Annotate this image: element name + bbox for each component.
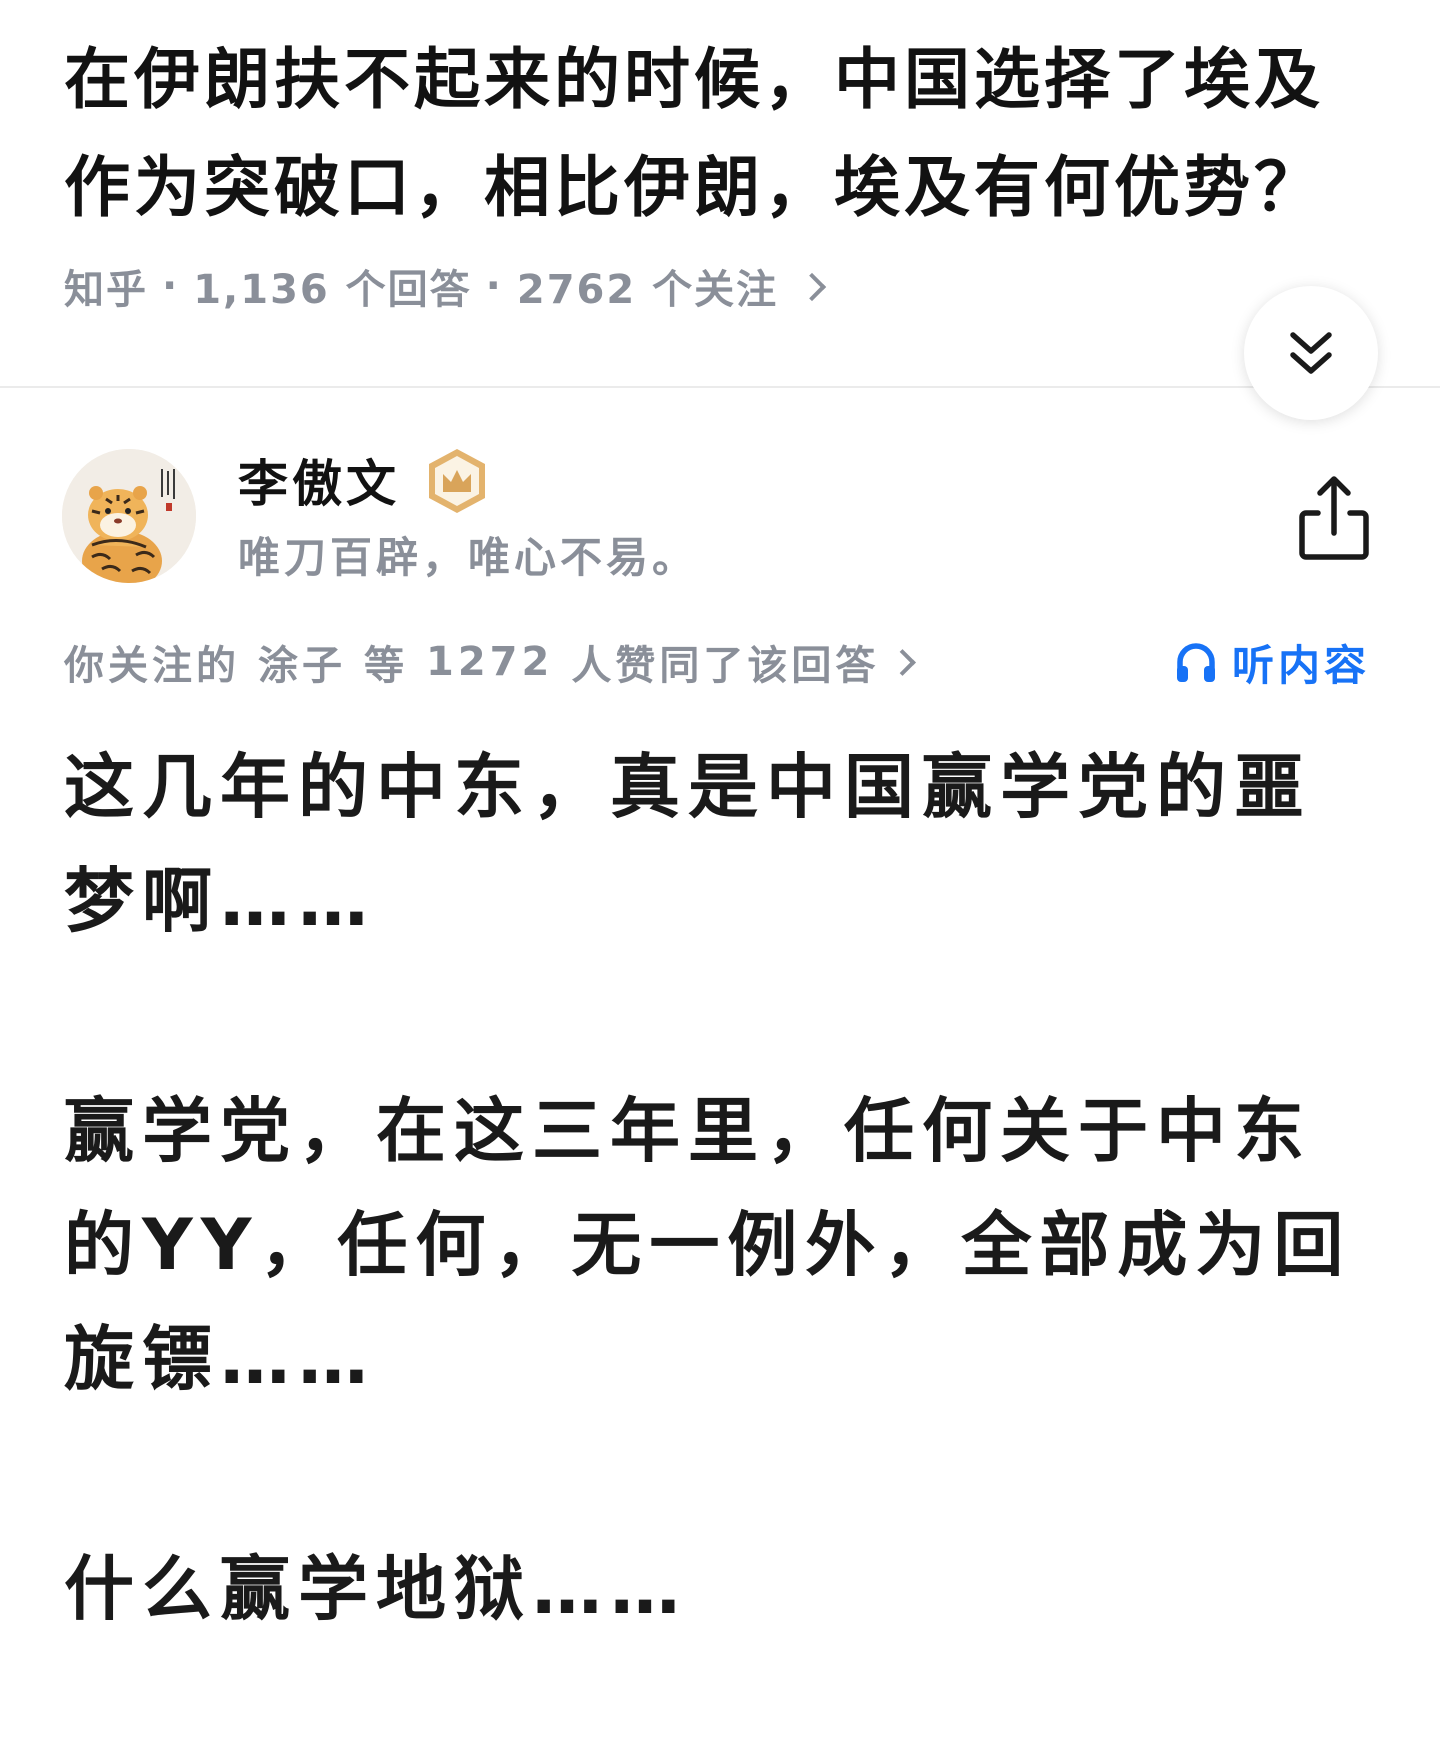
collapse-button[interactable] bbox=[1244, 286, 1378, 420]
listen-label: 听内容 bbox=[1232, 640, 1371, 690]
author-bio: 唯刀百辟，唯心不易。 bbox=[238, 533, 699, 582]
question-header: 在伊朗扶不起来的时候，中国选择了埃及作为突破口，相比伊朗，埃及有何优势？ 知乎 … bbox=[0, 0, 1440, 387]
double-chevron-down-icon bbox=[1290, 332, 1332, 374]
share-button[interactable] bbox=[1296, 473, 1372, 563]
answer-paragraph: 赢学党，在这三年里，任何关于中东的YY，任何，无一例外，全部成为回旋镖…… bbox=[64, 1090, 1352, 1400]
endorse-suffix: 人赞同了该回答 bbox=[571, 643, 880, 689]
answers-count: 1,136 个回答 bbox=[193, 267, 472, 313]
answer-paragraph: 这几年的中东，真是中国赢学党的噩梦啊…… bbox=[64, 746, 1312, 942]
meta-separator: · bbox=[162, 263, 180, 309]
crown-badge-icon bbox=[429, 449, 485, 513]
author-row: 李傲文 唯刀百辟，唯心不易。 bbox=[0, 440, 1440, 590]
question-source: 知乎 bbox=[64, 267, 148, 313]
endorse-prefix: 你关注的 bbox=[64, 643, 240, 689]
endorse-row: 你关注的 涂子 等 1272 人赞同了该回答 听内容 bbox=[0, 632, 1440, 692]
meta-separator: · bbox=[485, 263, 503, 309]
chevron-right-icon bbox=[889, 648, 917, 676]
headphones-icon bbox=[1177, 643, 1215, 682]
tiger-avatar-image bbox=[62, 449, 196, 583]
avatar[interactable] bbox=[62, 449, 196, 583]
endorse-friend[interactable]: 涂子 bbox=[258, 633, 346, 691]
chevron-right-icon bbox=[797, 272, 827, 302]
question-meta[interactable]: 知乎 · 1,136 个回答 · 2762 个关注 bbox=[64, 256, 827, 316]
answer-paragraph: 什么赢学地狱…… bbox=[64, 1548, 688, 1630]
share-icon bbox=[1299, 476, 1369, 560]
endorsement-info[interactable]: 你关注的 涂子 等 1272 人赞同了该回答 bbox=[64, 632, 917, 692]
question-title[interactable]: 在伊朗扶不起来的时候，中国选择了埃及作为突破口，相比伊朗，埃及有何优势？ bbox=[64, 26, 1364, 242]
followers-count: 2762 个关注 bbox=[516, 267, 779, 313]
endorse-count: 1272 bbox=[426, 639, 554, 685]
answer-body: 这几年的中东，真是中国赢学党的噩梦啊…… 赢学党，在这三年里，任何关于中东的YY… bbox=[64, 730, 1354, 1762]
author-name[interactable]: 李傲文 bbox=[238, 448, 400, 520]
header-divider bbox=[0, 386, 1440, 388]
listen-button[interactable]: 听内容 bbox=[1174, 632, 1370, 692]
endorse-middle: 等 bbox=[364, 643, 408, 689]
